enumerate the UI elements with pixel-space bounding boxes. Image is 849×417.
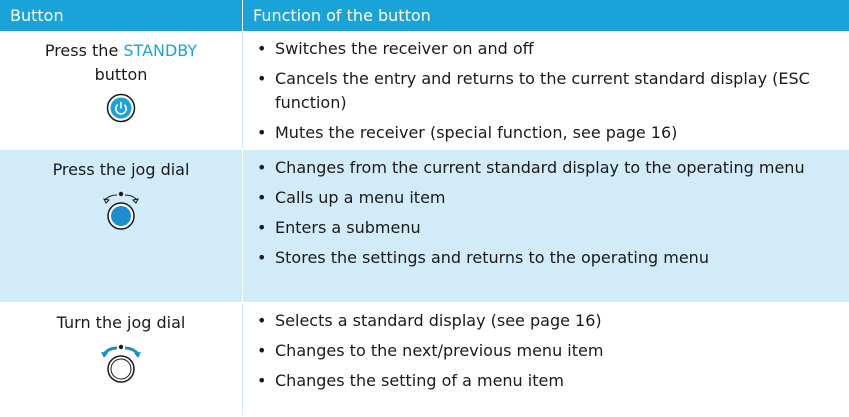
function-item: • Changes to the next/previous menu item [257, 341, 604, 360]
function-cell-press-jog: • Changes from the current standard displ… [242, 150, 849, 302]
function-cell-standby: • Switches the receiver on and off • Cance… [242, 31, 849, 149]
function-cell-turn-jog: • Selects a standard display (see page 16… [242, 303, 849, 415]
table-row-turn-jog: Turn the jog dial • Selects a standard di… [0, 303, 849, 416]
turn-jog-label: Turn the jog dial [56, 313, 186, 332]
header-button: Button [10, 6, 64, 25]
standby-accent: STANDBY [123, 41, 198, 60]
function-item: • Stores the settings and returns to the … [257, 248, 709, 267]
standby-label-suffix: button [94, 65, 148, 84]
button-cell-press-jog: Press the jog dial [0, 150, 242, 302]
jog-dial-turn-icon [101, 344, 141, 383]
function-item: • Changes from the current standard displ… [257, 158, 805, 177]
function-item: • Selects a standard display (see page 16… [257, 311, 602, 330]
function-item: • Calls up a menu item [257, 188, 446, 207]
function-item: • Enters a submenu [257, 218, 421, 237]
button-cell-turn-jog: Turn the jog dial [0, 303, 242, 415]
button-cell-standby: Press the STANDBY button [0, 31, 242, 149]
header-function: Function of the button [242, 0, 849, 31]
standby-power-icon [106, 93, 136, 123]
jog-dial-press-icon [103, 191, 139, 230]
function-item: • Cancels the entry and returns to the cu… [257, 69, 810, 112]
function-item: • Mutes the receiver (special function, s… [257, 123, 678, 142]
table-header: Button Function of the button [0, 0, 849, 31]
button-function-table: Button Function of the button Press the … [0, 0, 849, 416]
standby-label: Press the STANDBY [44, 41, 198, 60]
table-row-standby: Press the STANDBY button • Switches the r… [0, 31, 849, 150]
function-item: • Changes the setting of a menu item [257, 371, 564, 390]
press-jog-label: Press the jog dial [52, 160, 190, 179]
table-row-press-jog: Press the jog dial • Changes from the cur… [0, 150, 849, 303]
function-item: • Switches the receiver on and off [257, 39, 534, 58]
